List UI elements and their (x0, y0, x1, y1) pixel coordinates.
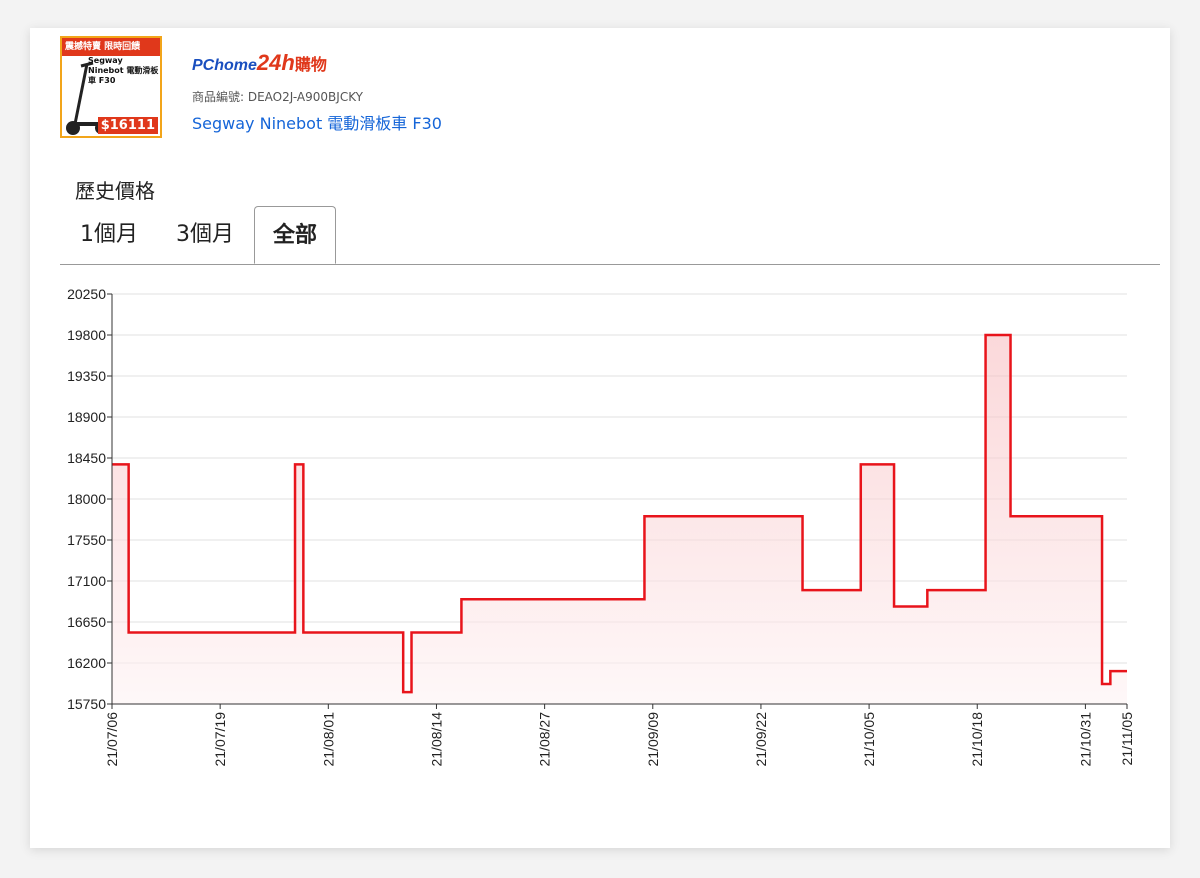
x-tick-label: 21/11/05 (1119, 712, 1135, 766)
y-tick-label: 20250 (67, 286, 106, 302)
y-tick-label: 15750 (67, 696, 106, 712)
x-tick-label: 21/10/31 (1077, 712, 1093, 767)
x-tick-label: 21/10/18 (969, 712, 985, 767)
price-history-card: 震撼特賣 限時回饋 Segway Ninebot 電動滑板車 F30 $1611… (30, 28, 1170, 848)
x-tick-label: 21/07/06 (104, 712, 120, 767)
x-tick-label: 21/07/19 (212, 712, 228, 767)
y-tick-label: 17100 (67, 573, 106, 589)
x-tick-label: 21/08/01 (320, 712, 336, 767)
y-tick-label: 19800 (67, 327, 106, 343)
x-tick-label: 21/09/09 (645, 712, 661, 767)
x-tick-label: 21/08/14 (428, 712, 444, 767)
price-history-chart: 15750 16200 16650 17100 17550 18000 18450 18900… (67, 286, 1135, 767)
y-tick-label: 16650 (67, 614, 106, 630)
x-tick-label: 21/09/22 (753, 712, 769, 767)
x-tick-label: 21/10/05 (861, 712, 877, 767)
y-tick-label: 16200 (67, 655, 106, 671)
y-tick-label: 17550 (67, 532, 106, 548)
x-tick-label: 21/08/27 (537, 712, 553, 767)
y-tick-label: 19350 (67, 368, 106, 384)
y-tick-label: 18450 (67, 450, 106, 466)
y-tick-label: 18900 (67, 409, 106, 425)
y-tick-label: 18000 (67, 491, 106, 507)
price-area-fill (112, 335, 1127, 704)
